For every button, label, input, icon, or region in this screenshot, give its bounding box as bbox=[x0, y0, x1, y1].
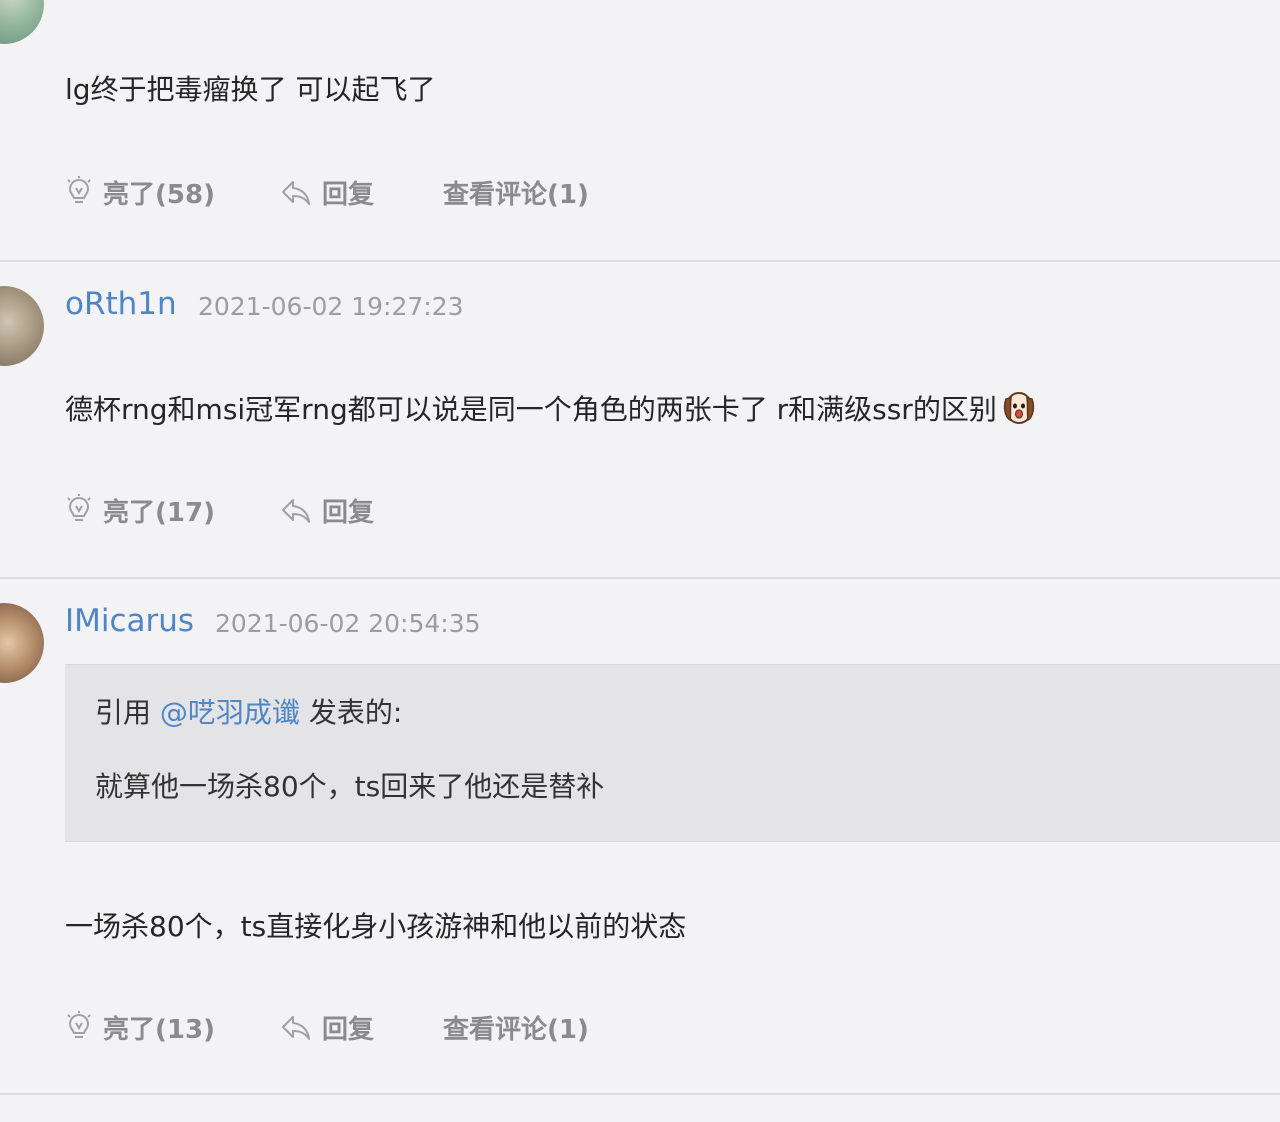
comment-item: lg终于把毒瘤换了 可以起飞了 亮了(58) 回复 查看评论(1) bbox=[0, 0, 1280, 262]
comment-text: 德杯rng和msi冠军rng都可以说是同一个角色的两张卡了 r和满级ssr的区别 bbox=[65, 393, 997, 426]
comment-item: IMicarus 2021-06-02 20:54:35 引用 @呓羽成谶 发表… bbox=[0, 579, 1280, 1095]
like-label: 亮了(17) bbox=[103, 497, 215, 528]
comment-body: 德杯rng和msi冠军rng都可以说是同一个角色的两张卡了 r和满级ssr的区别 bbox=[65, 388, 1037, 432]
view-comments-button[interactable]: 查看评论(1) bbox=[443, 172, 589, 212]
reply-arrow-icon bbox=[282, 1016, 310, 1040]
reply-button[interactable]: 回复 bbox=[280, 490, 374, 530]
quote-header: 引用 @呓羽成谶 发表的: bbox=[95, 691, 402, 731]
dog-face-emoji bbox=[1001, 389, 1037, 432]
like-label: 亮了(58) bbox=[103, 179, 215, 210]
quote-text: 就算他一场杀80个，ts回来了他还是替补 bbox=[95, 770, 605, 803]
lightbulb-icon bbox=[67, 176, 91, 203]
lightbulb-icon bbox=[67, 494, 91, 521]
username[interactable]: IMicarus bbox=[65, 603, 194, 639]
lightbulb-icon bbox=[67, 1011, 91, 1038]
view-comments-button[interactable]: 查看评论(1) bbox=[443, 1007, 589, 1047]
divider bbox=[0, 1093, 1280, 1095]
comment-feed: lg终于把毒瘤换了 可以起飞了 亮了(58) 回复 查看评论(1) oRth1n… bbox=[0, 0, 1280, 1122]
reply-label: 回复 bbox=[322, 1014, 375, 1045]
quote-suffix: 发表的: bbox=[299, 696, 403, 729]
timestamp: 2021-06-02 20:54:35 bbox=[215, 609, 481, 638]
view-comments-label: 查看评论(1) bbox=[443, 179, 589, 210]
reply-button[interactable]: 回复 bbox=[280, 1007, 374, 1047]
reply-label: 回复 bbox=[322, 497, 375, 528]
reply-arrow-icon bbox=[282, 499, 310, 523]
comment-body: 一场杀80个，ts直接化身小孩游神和他以前的状态 bbox=[65, 910, 687, 943]
reply-button[interactable]: 回复 bbox=[280, 172, 374, 212]
comment-body: lg终于把毒瘤换了 可以起飞了 bbox=[65, 73, 436, 106]
timestamp: 2021-06-02 19:27:23 bbox=[198, 292, 464, 321]
comment-item: oRth1n 2021-06-02 19:27:23 德杯rng和msi冠军rn… bbox=[0, 262, 1280, 578]
view-comments-label: 查看评论(1) bbox=[443, 1014, 589, 1045]
reply-arrow-icon bbox=[282, 181, 310, 205]
like-label: 亮了(13) bbox=[103, 1014, 215, 1045]
quote-prefix: 引用 bbox=[95, 696, 160, 729]
like-button[interactable]: 亮了(58) bbox=[65, 172, 215, 212]
like-button[interactable]: 亮了(17) bbox=[65, 490, 215, 530]
avatar[interactable] bbox=[0, 603, 44, 683]
username[interactable]: oRth1n bbox=[65, 286, 177, 322]
quote-block: 引用 @呓羽成谶 发表的: 就算他一场杀80个，ts回来了他还是替补 bbox=[65, 664, 1280, 842]
avatar[interactable] bbox=[0, 0, 44, 44]
avatar[interactable] bbox=[0, 286, 44, 366]
like-button[interactable]: 亮了(13) bbox=[65, 1007, 215, 1047]
reply-label: 回复 bbox=[322, 179, 375, 210]
quoted-user-link[interactable]: @呓羽成谶 bbox=[160, 696, 300, 729]
